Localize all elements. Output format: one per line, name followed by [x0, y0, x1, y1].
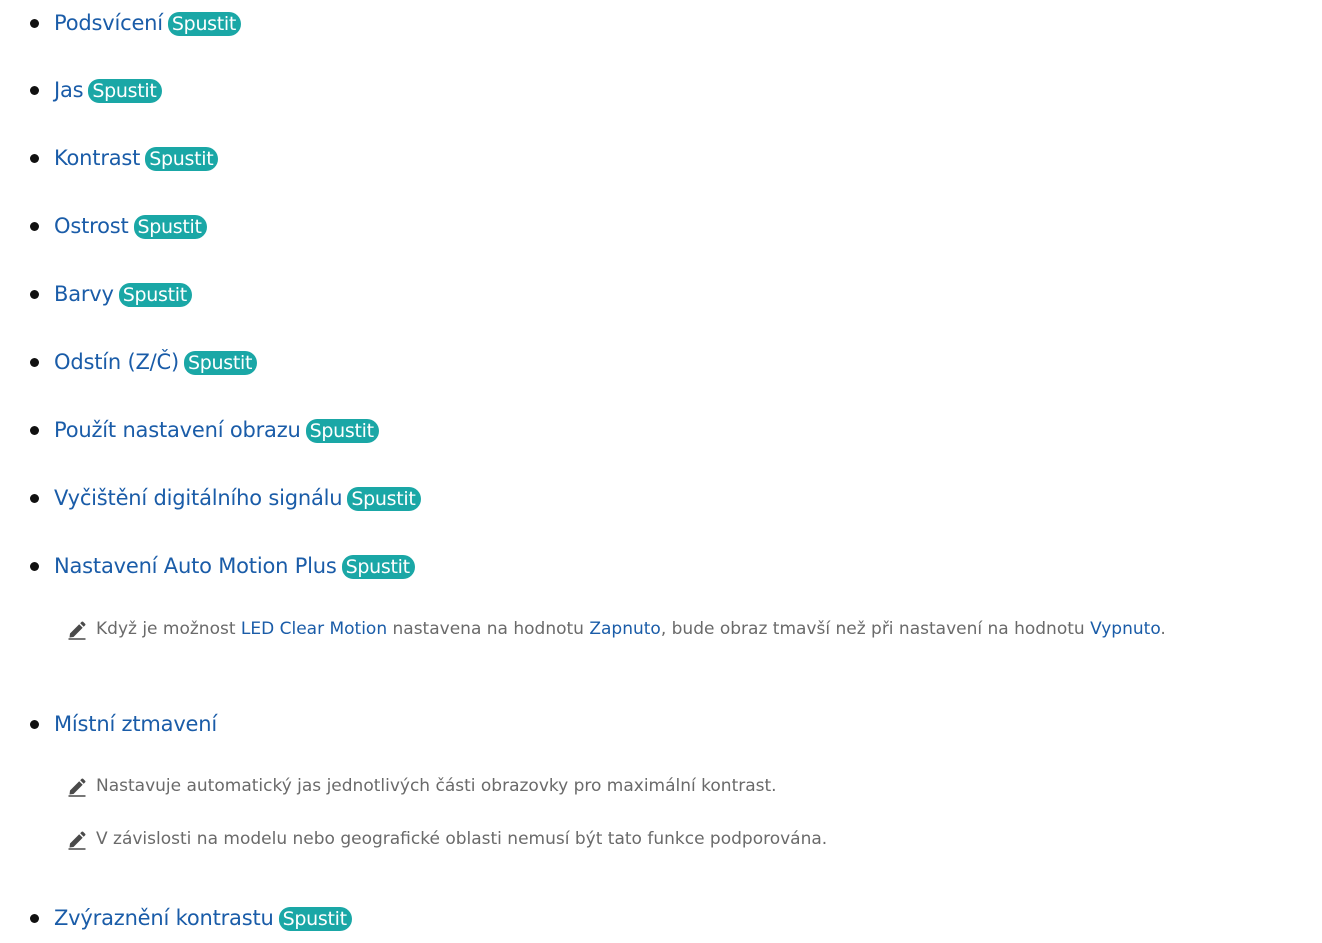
list-item-jas: Jas Spustit — [30, 70, 162, 110]
spustit-button[interactable]: Spustit — [305, 419, 379, 443]
bullet — [30, 561, 39, 571]
bullet — [30, 913, 39, 923]
setting-link-vycisteni-signalu[interactable]: Vyčištění digitálního signálu — [54, 486, 343, 510]
bullet — [30, 425, 39, 435]
bullet — [30, 289, 39, 299]
note-led-clear-motion: Když je možnost LED Clear Motion nastave… — [68, 612, 1314, 646]
spustit-button[interactable]: Spustit — [183, 351, 258, 375]
list-item-odstin: Odstín (Z/Č) Spustit — [30, 342, 258, 382]
list-item-podsviceni: Podsvícení Spustit — [30, 3, 242, 43]
zapnuto-term: Zapnuto — [589, 619, 661, 639]
note-text: nastavena na hodnotu — [387, 619, 590, 639]
bullet — [30, 221, 39, 231]
bullet — [30, 18, 39, 28]
setting-link-zvyrazneni-kontrastu[interactable]: Zvýraznění kontrastu — [54, 906, 274, 930]
spustit-button[interactable]: Spustit — [133, 215, 207, 239]
spustit-button[interactable]: Spustit — [118, 283, 192, 307]
spustit-button[interactable]: Spustit — [278, 907, 352, 931]
pencil-icon — [68, 778, 86, 797]
spustit-button[interactable]: Spustit — [341, 555, 415, 579]
spustit-button[interactable]: Spustit — [145, 147, 219, 171]
note-text: Když je možnost — [96, 619, 241, 639]
setting-link-auto-motion-plus[interactable]: Nastavení Auto Motion Plus — [54, 554, 337, 578]
bullet — [30, 493, 39, 503]
pencil-icon — [68, 621, 86, 640]
list-item-pouzit-nastaveni-obrazu: Použít nastavení obrazu Spustit — [30, 410, 379, 450]
spustit-button[interactable]: Spustit — [347, 487, 421, 511]
note-text: , bude obraz tmavší než při nastavení na… — [660, 619, 1091, 639]
led-clear-motion-term: LED Clear Motion — [240, 619, 388, 639]
bullet — [30, 357, 39, 367]
note-text: Nastavuje automatický jas jednotlivých č… — [96, 776, 777, 796]
note-text: V závislosti na modelu nebo geografické … — [96, 829, 828, 849]
setting-link-mistni-ztmaveni[interactable]: Místní ztmavení — [54, 712, 217, 736]
spustit-button[interactable]: Spustit — [88, 79, 162, 103]
note-text: . — [1160, 619, 1166, 639]
setting-link-pouzit-nastaveni-obrazu[interactable]: Použít nastavení obrazu — [54, 418, 301, 442]
list-item-vycisteni-signalu: Vyčištění digitálního signálu Spustit — [30, 478, 421, 518]
list-item-barvy: Barvy Spustit — [30, 274, 192, 314]
setting-link-barvy[interactable]: Barvy — [54, 282, 114, 306]
list-item-ostrost: Ostrost Spustit — [30, 206, 207, 246]
spustit-button[interactable]: Spustit — [167, 12, 242, 36]
bullet — [30, 85, 39, 95]
bullet — [30, 153, 39, 163]
setting-link-odstin[interactable]: Odstín (Z/Č) — [54, 350, 179, 374]
vypnuto-term: Vypnuto — [1090, 619, 1161, 639]
list-item-zvyrazneni-kontrastu: Zvýraznění kontrastu Spustit — [30, 898, 352, 938]
list-item-auto-motion-plus: Nastavení Auto Motion Plus Spustit — [30, 546, 415, 586]
list-item-mistni-ztmaveni: Místní ztmavení — [30, 704, 217, 744]
setting-link-podsviceni[interactable]: Podsvícení — [54, 11, 163, 35]
note-local-dimming-2: V závislosti na modelu nebo geografické … — [68, 822, 1314, 856]
setting-link-ostrost[interactable]: Ostrost — [54, 214, 129, 238]
pencil-icon — [68, 831, 86, 850]
list-item-kontrast: Kontrast Spustit — [30, 138, 219, 178]
setting-link-kontrast[interactable]: Kontrast — [54, 146, 140, 170]
note-local-dimming-1: Nastavuje automatický jas jednotlivých č… — [68, 769, 1314, 803]
setting-link-jas[interactable]: Jas — [54, 78, 84, 102]
bullet — [30, 719, 39, 729]
